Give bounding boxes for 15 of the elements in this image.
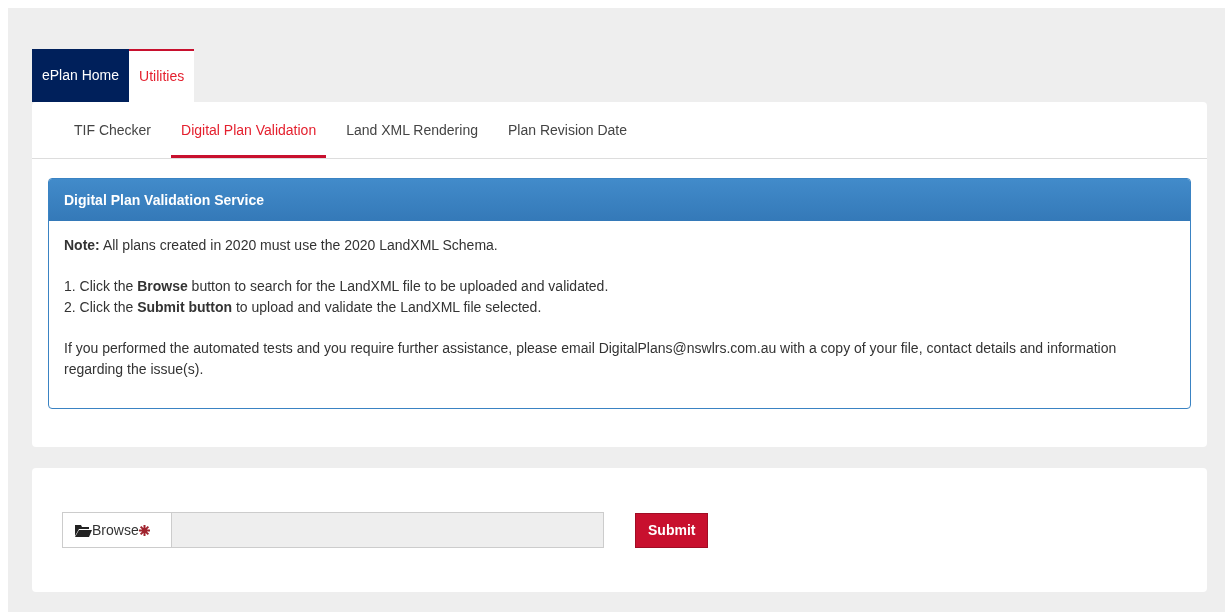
file-field[interactable] [172, 512, 604, 548]
nav-tab[interactable]: TIF Checker [64, 102, 161, 158]
panel-title: Digital Plan Validation Service [49, 179, 1190, 221]
folder-icon [75, 523, 92, 537]
step-text: 1. Click the Browse button to search for the LandXML file to be uploaded and validated. [64, 277, 610, 296]
main-tab[interactable]: Utilities [129, 49, 195, 102]
browse-button[interactable]: Browse [62, 512, 172, 548]
note-text: Note: All plans created in 2020 must use the 2020 LandXML Schema. [64, 236, 499, 255]
nav-tab[interactable]: Plan Revision Date [497, 102, 638, 158]
help-text: If you performed the automated tests and you require further assistance, please email DigitalPlans@nswlrs.com.au with a copy of your file, contact details and information regarding the issue(s). [64, 339, 1118, 379]
main-tab[interactable]: ePlan Home [32, 49, 130, 102]
step-text: 2. Click the Submit button to upload and validate the LandXML file selected. [64, 298, 543, 317]
submit-button[interactable]: Submit [635, 512, 709, 548]
nav-tab[interactable]: Land XML Rendering [336, 102, 488, 158]
nav-tab[interactable]: Digital Plan Validation [171, 102, 327, 158]
